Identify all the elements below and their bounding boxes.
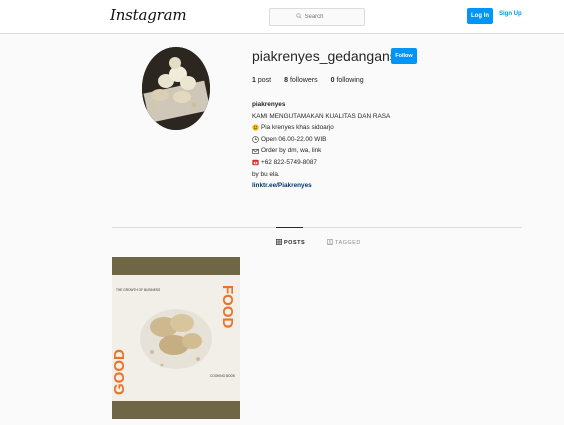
grid-icon xyxy=(276,239,282,247)
post-small-text-bottom: COOKING BOOK xyxy=(210,374,236,378)
top-navigation-bar: Instagram Log In Sign Up xyxy=(0,0,564,34)
search-input[interactable] xyxy=(304,14,339,20)
following-stat[interactable]: 0 following xyxy=(331,77,364,84)
profile-stats: 1 post 8 followers 0 following xyxy=(252,77,364,84)
tab-posts[interactable]: POSTS xyxy=(276,239,305,247)
bio-line-location: Pia krenyes khas sidoarjo xyxy=(252,122,390,134)
followers-label: followers xyxy=(289,77,318,84)
search-icon xyxy=(295,13,302,21)
bio-location-text: Pia krenyes khas sidoarjo xyxy=(261,124,334,132)
active-tab-indicator xyxy=(276,227,303,228)
bio-line-phone: +62 822-5749-8087 xyxy=(252,157,390,169)
profile-divider xyxy=(112,227,522,228)
envelope-icon xyxy=(252,148,259,155)
followers-stat[interactable]: 8 followers xyxy=(284,77,317,84)
bio-name: piakrenyes xyxy=(252,101,286,108)
posts-label: post xyxy=(257,77,272,84)
bio-line-hours: Open 06.00-22.00 WIB xyxy=(252,134,390,146)
bio-external-link[interactable]: linktr.ee/Piakrenyes xyxy=(252,180,390,192)
telephone-icon xyxy=(252,159,259,166)
bio-line-order: Order by dm, wa, link xyxy=(252,145,390,157)
bio-order-text: Order by dm, wa, link xyxy=(261,147,322,155)
sign-up-link[interactable]: Sign Up xyxy=(499,11,522,17)
clock-icon xyxy=(252,136,259,143)
profile-bio: piakrenyes KAMI MENGUTAMAKAN KUALITAS DA… xyxy=(252,99,390,192)
tag-icon xyxy=(327,239,333,247)
bio-line-owner: by bu ela. xyxy=(252,170,280,178)
posts-stat: 1 post xyxy=(252,77,271,84)
following-label: following xyxy=(336,77,364,84)
post-small-text-top: THE GROWTH OF BUSINESS xyxy=(116,288,160,292)
followers-count: 8 xyxy=(284,77,288,84)
instagram-logo[interactable]: Instagram xyxy=(110,6,187,24)
post-word-food: FOOD xyxy=(219,285,236,328)
tab-tagged-label: TAGGED xyxy=(335,240,361,246)
following-count: 0 xyxy=(330,77,335,84)
smiley-emoji-icon xyxy=(252,124,259,132)
posts-count: 1 xyxy=(252,77,256,84)
post-thumbnail[interactable]: THE GROWTH OF BUSINESS COOKING BOOK GOOD… xyxy=(112,257,240,419)
tab-posts-label: POSTS xyxy=(284,240,306,246)
profile-avatar[interactable] xyxy=(142,47,210,130)
profile-username: piakrenyes_gedangansda xyxy=(252,48,413,64)
bio-phone-text: +62 822-5749-8087 xyxy=(261,158,317,166)
follow-button[interactable]: Follow xyxy=(391,48,417,64)
post-word-good: GOOD xyxy=(112,349,128,395)
log-in-button[interactable]: Log In xyxy=(467,8,493,24)
search-box[interactable] xyxy=(269,8,365,26)
tab-tagged[interactable]: TAGGED xyxy=(327,239,361,247)
bio-line-tagline: KAMI MENGUTAMAKAN KUALITAS DAN RASA xyxy=(252,112,391,120)
bio-hours-text: Open 06.00-22.00 WIB xyxy=(261,135,327,143)
